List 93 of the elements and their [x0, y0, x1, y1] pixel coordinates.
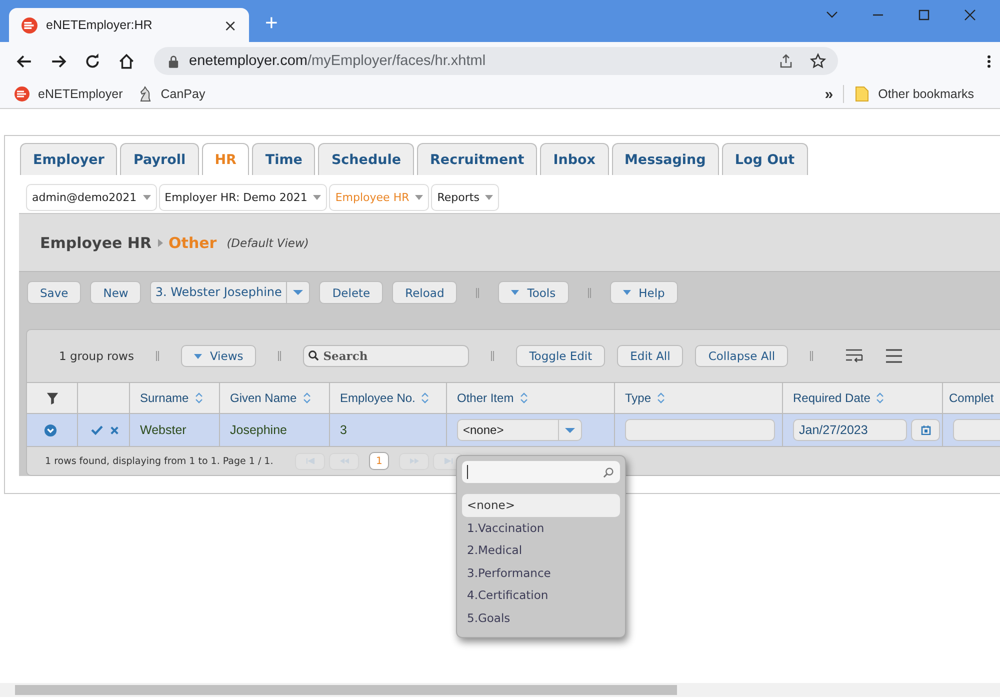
tab-title: eNETEmployer:HR: [46, 18, 154, 32]
reload-icon[interactable]: [84, 52, 101, 70]
search-field[interactable]: Search: [303, 345, 470, 367]
table-cell: Webster: [140, 423, 186, 437]
bookmark[interactable]: CanPay: [136, 86, 206, 102]
nav-tab[interactable]: Recruitment: [417, 143, 538, 175]
lock-icon: [168, 54, 179, 68]
check-icon[interactable]: [91, 425, 103, 435]
menu-dropdown[interactable]: Employer HR: Demo 2021: [158, 184, 328, 211]
double-right-arrow-icon: [410, 458, 419, 464]
column-header[interactable]: Given Name: [230, 391, 311, 405]
other-bookmarks-button[interactable]: Other bookmarks: [854, 86, 974, 102]
date-field[interactable]: Jan/27/2023: [793, 419, 907, 441]
folder-icon: [854, 86, 870, 102]
expand-icon[interactable]: [44, 424, 57, 436]
filter-icon[interactable]: [46, 392, 58, 404]
search-icon: [308, 350, 320, 361]
nav-tab[interactable]: Log Out: [722, 143, 808, 175]
breadcrumb-current: Other: [168, 234, 217, 252]
nav-tab[interactable]: Employer: [20, 143, 118, 175]
breadcrumb-parent[interactable]: Employee HR: [40, 234, 152, 252]
menu-button[interactable]: Help: [610, 281, 678, 304]
column-header[interactable]: Other Item: [457, 391, 528, 405]
menu-dropdown[interactable]: admin@demo2021: [26, 184, 157, 211]
nav-tab[interactable]: Messaging: [612, 143, 719, 175]
menu-icon[interactable]: [885, 349, 904, 363]
last-page-icon: [444, 458, 453, 464]
share-icon[interactable]: [778, 53, 794, 69]
home-icon[interactable]: [118, 52, 135, 70]
dropdown-option[interactable]: <none>: [462, 494, 620, 516]
column-header[interactable]: Required Date: [793, 391, 884, 405]
toolbar-button[interactable]: Save: [27, 281, 82, 304]
address-bar[interactable]: enetemployer.com/myEmployer/faces/hr.xhtml: [154, 47, 838, 75]
caret-right-icon: [158, 238, 163, 246]
table-cell: Josephine: [230, 423, 287, 437]
toolbar-button[interactable]: Reload: [392, 281, 458, 304]
grid-button[interactable]: Toggle Edit: [516, 345, 606, 367]
close-tab-button[interactable]: ×: [224, 16, 237, 34]
table-row[interactable]: Webster Josephine 3 <none> Jan/27/2023: [27, 414, 1000, 447]
wrap-text-icon[interactable]: [845, 349, 864, 363]
menu-button[interactable]: Tools: [498, 281, 569, 304]
dropdown-option[interactable]: 2.Medical: [462, 539, 620, 562]
star-icon[interactable]: [810, 53, 826, 69]
dropdown-option[interactable]: 1.Vaccination: [462, 516, 620, 539]
view-label: (Default View): [226, 236, 309, 250]
logo-icon: [21, 16, 38, 34]
nav-tab[interactable]: Time: [252, 143, 316, 175]
bookmark[interactable]: eNETEmployer: [14, 86, 123, 102]
back-icon[interactable]: [16, 52, 33, 70]
forward-icon[interactable]: [50, 52, 67, 70]
nav-tab[interactable]: Schedule: [318, 143, 414, 175]
logo-icon: [14, 86, 30, 102]
column-header[interactable]: Type: [625, 391, 666, 405]
browser-tab[interactable]: eNETEmployer:HR ×: [9, 8, 249, 42]
grid-button[interactable]: Collapse All: [695, 345, 788, 367]
menu-dropdown[interactable]: Reports: [431, 184, 500, 211]
sort-icon[interactable]: [421, 392, 430, 404]
search-icon: [603, 466, 614, 478]
employee-select[interactable]: 3. Webster Josephine: [150, 281, 310, 304]
maximize-icon[interactable]: [918, 9, 930, 21]
dropdown-option[interactable]: 3.Performance: [462, 562, 620, 584]
table-cell: 3: [340, 423, 347, 437]
sort-icon[interactable]: [657, 392, 666, 404]
scrollbar-thumb[interactable]: [15, 685, 677, 695]
sort-icon[interactable]: [194, 392, 203, 404]
url-text: enetemployer.com/myEmployer/faces/hr.xhtml: [189, 53, 487, 69]
dropdown-option[interactable]: 5.Goals: [462, 606, 620, 629]
close-icon[interactable]: [964, 9, 976, 21]
calendar-icon: [920, 425, 930, 435]
grid-button[interactable]: Edit All: [617, 345, 684, 367]
calendar-button[interactable]: [911, 419, 940, 441]
toolbar-button[interactable]: New: [90, 281, 142, 304]
pagination-summary: 1 rows found, displaying from 1 to 1. Page 1 / 1.: [45, 456, 274, 466]
first-page-icon: [306, 458, 315, 464]
column-header[interactable]: Employee No.: [340, 391, 430, 405]
sort-icon[interactable]: [302, 392, 311, 404]
toolbar-button[interactable]: Delete: [319, 281, 384, 304]
kebab-menu-icon[interactable]: [987, 54, 991, 68]
views-button[interactable]: Views: [180, 345, 256, 367]
dropdown-option[interactable]: 4.Certification: [462, 584, 620, 606]
sort-icon[interactable]: [876, 392, 884, 404]
column-header[interactable]: Surname: [140, 391, 203, 405]
column-header[interactable]: Complet: [949, 391, 994, 405]
other-item-select[interactable]: <none>: [457, 419, 582, 441]
group-rows-label: 1 group rows: [59, 349, 134, 363]
input-field[interactable]: [625, 419, 775, 441]
nav-tab[interactable]: Inbox: [540, 143, 608, 175]
nav-tab[interactable]: Payroll: [120, 143, 199, 175]
sort-icon[interactable]: [520, 392, 528, 404]
more-bookmarks-button[interactable]: »: [824, 86, 834, 102]
close-icon[interactable]: [110, 426, 119, 434]
filter-field[interactable]: [462, 461, 620, 483]
double-left-arrow-icon: [340, 458, 349, 464]
